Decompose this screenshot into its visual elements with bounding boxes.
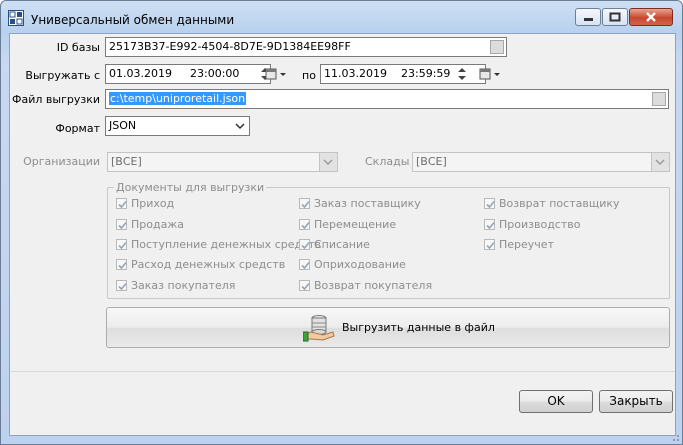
date-to-calendar-button[interactable] bbox=[477, 65, 503, 83]
checkmark-icon bbox=[118, 200, 127, 209]
checkbox-label: Поступление денежных средств bbox=[131, 238, 322, 251]
checkbox-label: Продажа bbox=[131, 218, 184, 231]
database-exchange-icon bbox=[8, 10, 24, 26]
checkmark-icon bbox=[118, 261, 127, 270]
close-icon bbox=[646, 12, 656, 22]
id-value: 25173B37-E992-4504-8D7E-9D1384EE98FF bbox=[109, 40, 351, 53]
checkbox-box bbox=[484, 239, 495, 250]
checkbox-label: Расход денежных средств bbox=[131, 258, 286, 271]
checkbox-box bbox=[116, 239, 127, 250]
dialog-body: ID базы 25173B37-E992-4504-8D7E-9D1384EE… bbox=[9, 33, 676, 436]
documents-group-title: Документы для выгрузки bbox=[114, 181, 267, 194]
checkbox-box bbox=[116, 198, 127, 209]
calendar-icon bbox=[265, 68, 286, 80]
ok-button[interactable]: OK bbox=[519, 390, 593, 413]
organizations-value: [ВСЕ] bbox=[111, 155, 142, 168]
checkbox-box bbox=[299, 259, 310, 270]
export-to-file-button[interactable]: Выгрузить данные в файл bbox=[106, 307, 670, 348]
date-from-value: 01.03.2019 bbox=[109, 67, 172, 80]
checkbox-box bbox=[299, 198, 310, 209]
id-select-button[interactable] bbox=[490, 40, 504, 54]
time-to-spinner[interactable] bbox=[455, 65, 469, 83]
title-bar[interactable]: Универсальный обмен данными bbox=[1, 1, 682, 35]
time-to-value: 23:59:59 bbox=[401, 67, 451, 80]
checkbox-label: Возврат поставщику bbox=[499, 197, 620, 210]
checkbox-box bbox=[299, 219, 310, 230]
checkbox-box bbox=[116, 259, 127, 270]
date-from-calendar-button[interactable] bbox=[263, 65, 289, 83]
chevron-down-icon bbox=[651, 153, 669, 171]
warehouses-label: Склады bbox=[365, 155, 410, 168]
id-field[interactable]: 25173B37-E992-4504-8D7E-9D1384EE98FF bbox=[105, 37, 507, 57]
checkmark-icon bbox=[301, 221, 310, 230]
format-value: JSON bbox=[109, 119, 137, 132]
file-browse-button[interactable] bbox=[652, 92, 666, 106]
minimize-button[interactable] bbox=[575, 8, 601, 26]
date-to-value: 11.03.2019 bbox=[324, 67, 387, 80]
warehouses-value: [ВСЕ] bbox=[416, 155, 447, 168]
checkbox-label: Производство bbox=[499, 218, 581, 231]
checkbox-label: Заказ поставщику bbox=[314, 197, 421, 210]
spinner-arrows-icon bbox=[458, 68, 466, 80]
format-select[interactable]: JSON bbox=[105, 116, 250, 136]
warehouses-select[interactable]: [ВСЕ] bbox=[412, 152, 670, 172]
organizations-label: Организации bbox=[23, 155, 100, 168]
time-from-value: 23:00:00 bbox=[190, 67, 240, 80]
close-window-button[interactable] bbox=[629, 8, 673, 26]
calendar-icon bbox=[479, 68, 500, 80]
date-from-field[interactable]: 01.03.2019 23:00:00 bbox=[105, 64, 271, 84]
checkbox-label: Переучет bbox=[499, 238, 554, 251]
close-button[interactable]: Закрыть bbox=[599, 390, 673, 413]
minimize-icon bbox=[584, 18, 593, 21]
chevron-down-icon bbox=[235, 123, 245, 130]
checkbox-label: Приход bbox=[131, 197, 175, 210]
resize-grip-icon[interactable] bbox=[670, 432, 680, 442]
file-field[interactable]: c:\temp\uniproretail.json bbox=[105, 89, 669, 109]
checkmark-icon bbox=[301, 282, 310, 291]
checkmark-icon bbox=[118, 221, 127, 230]
app-window: Универсальный обмен данными ID базы 2517… bbox=[0, 0, 683, 445]
checkmark-icon bbox=[118, 241, 127, 250]
checkmark-icon bbox=[118, 282, 127, 291]
checkmark-icon bbox=[301, 241, 310, 250]
checkmark-icon bbox=[486, 200, 495, 209]
organizations-select[interactable]: [ВСЕ] bbox=[107, 152, 338, 172]
checkmark-icon bbox=[301, 261, 310, 270]
checkbox-box bbox=[484, 219, 495, 230]
checkbox-box bbox=[299, 239, 310, 250]
checkbox-label: Возврат покупателя bbox=[314, 279, 433, 292]
checkbox-box bbox=[116, 219, 127, 230]
format-label: Формат bbox=[55, 122, 100, 135]
chevron-down-icon bbox=[319, 153, 337, 171]
checkbox-label: Списание bbox=[314, 238, 370, 251]
to-label: по bbox=[302, 69, 316, 82]
checkbox-label: Оприходование bbox=[314, 258, 406, 271]
checkbox-label: Заказ покупателя bbox=[131, 279, 236, 292]
maximize-button[interactable] bbox=[602, 8, 628, 26]
database-hand-icon bbox=[303, 315, 335, 342]
id-label: ID базы bbox=[56, 41, 100, 54]
checkbox-box bbox=[116, 280, 127, 291]
file-label: Файл выгрузки bbox=[12, 93, 100, 106]
maximize-icon bbox=[609, 12, 621, 22]
footer-separator bbox=[10, 371, 675, 372]
checkbox-box bbox=[299, 280, 310, 291]
export-from-label: Выгружать с bbox=[25, 69, 100, 82]
export-to-file-label: Выгрузить данные в файл bbox=[342, 321, 495, 334]
file-value: c:\temp\uniproretail.json bbox=[109, 92, 247, 105]
window-title: Универсальный обмен данными bbox=[31, 13, 235, 27]
checkmark-icon bbox=[301, 200, 310, 209]
checkbox-label: Перемещение bbox=[314, 218, 397, 231]
checkmark-icon bbox=[486, 221, 495, 230]
checkbox-box bbox=[484, 198, 495, 209]
checkmark-icon bbox=[486, 241, 495, 250]
